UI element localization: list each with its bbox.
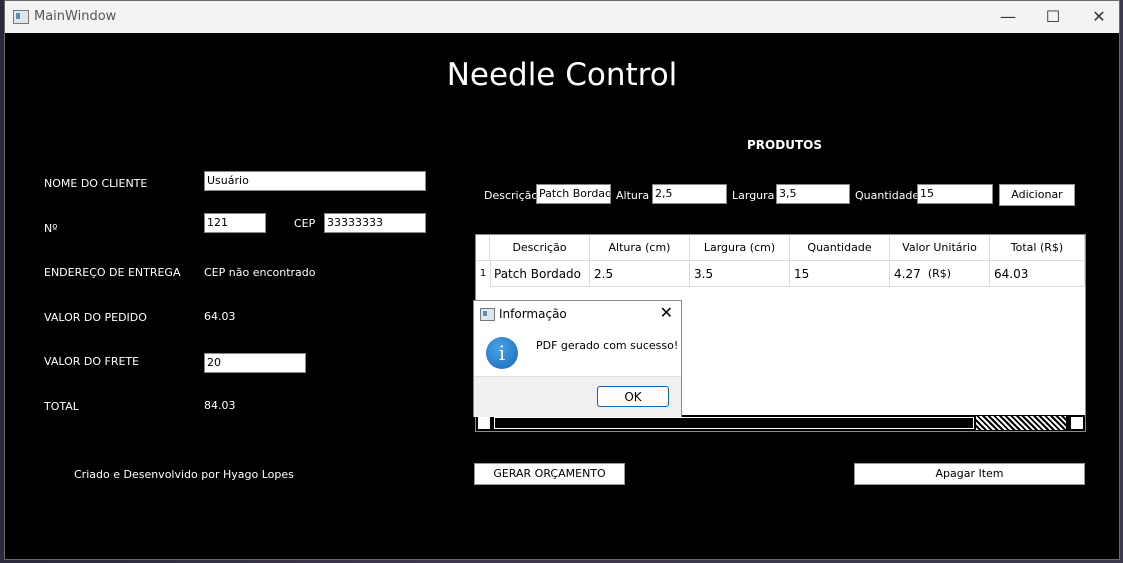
scroll-thumb[interactable]	[494, 417, 974, 429]
row-number[interactable]: 1	[476, 261, 491, 287]
dialog-footer: OK	[474, 376, 681, 417]
width-field[interactable]: 3,5	[776, 184, 850, 204]
dialog-close-icon[interactable]: ✕	[660, 303, 673, 322]
quantity-label: Quantidade	[855, 189, 920, 202]
delete-item-button[interactable]: Apagar Item	[854, 463, 1085, 485]
minimize-button[interactable]: —	[985, 1, 1031, 33]
description-label: Descrição	[484, 189, 539, 202]
column-header[interactable]: Descrição	[490, 235, 590, 261]
total-value: 84.03	[204, 399, 236, 412]
window-title: MainWindow	[34, 9, 117, 24]
height-field[interactable]: 2,5	[652, 184, 727, 204]
maximize-button[interactable]: ☐	[1030, 1, 1076, 33]
quantity-field[interactable]: 15	[917, 184, 993, 204]
cep-label: CEP	[294, 217, 316, 230]
order-value: 64.03	[204, 310, 236, 323]
app-icon	[13, 10, 29, 24]
column-header[interactable]: Largura (cm)	[690, 235, 790, 261]
dialog-app-icon	[480, 308, 495, 321]
info-dialog: Informação ✕ i PDF gerado com sucesso! O…	[473, 300, 682, 417]
dialog-message: PDF gerado com sucesso!	[536, 339, 679, 352]
table-cell[interactable]: 15	[790, 261, 890, 287]
generate-quote-button[interactable]: GERAR ORÇAMENTO	[474, 463, 625, 485]
order-value-label: VALOR DO PEDIDO	[44, 311, 147, 324]
column-header[interactable]: Quantidade	[790, 235, 890, 261]
add-item-button[interactable]: Adicionar Item	[999, 184, 1075, 221]
close-button[interactable]: ✕	[1076, 1, 1122, 33]
table-corner	[476, 235, 490, 261]
column-header[interactable]: Altura (cm)	[590, 235, 690, 261]
column-header[interactable]: Total (R$)	[990, 235, 1085, 261]
table-cell[interactable]: 2.5	[590, 261, 690, 287]
total-label: TOTAL	[44, 400, 79, 413]
table-cell[interactable]: 64.03	[990, 261, 1085, 287]
products-heading: PRODUTOS	[747, 138, 822, 152]
dialog-title: Informação	[499, 307, 567, 321]
width-label: Largura	[732, 189, 775, 202]
number-label: Nº	[44, 222, 58, 235]
column-header[interactable]: Valor Unitário (R$)	[890, 235, 990, 280]
delivery-address-value: CEP não encontrado	[204, 266, 316, 279]
scroll-right-icon[interactable]	[1070, 416, 1084, 430]
delivery-address-label: ENDEREÇO DE ENTREGA	[44, 266, 181, 279]
scroll-left-icon[interactable]	[477, 416, 491, 430]
dialog-body: i PDF gerado com sucesso!	[474, 327, 681, 376]
shipping-label: VALOR DO FRETE	[44, 355, 140, 368]
main-window: MainWindow — ☐ ✕ Needle Control NOME DO …	[4, 0, 1120, 560]
number-field[interactable]: 121	[204, 213, 266, 233]
app-title: Needle Control	[446, 57, 678, 93]
shipping-field[interactable]: 20	[204, 353, 306, 373]
window-titlebar[interactable]: MainWindow — ☐ ✕	[5, 1, 1119, 33]
table-cell[interactable]: 4.27	[890, 261, 990, 287]
ok-button[interactable]: OK	[597, 386, 669, 407]
height-label: Altura	[616, 189, 650, 202]
cep-field[interactable]: 33333333	[324, 213, 426, 233]
scroll-track[interactable]	[976, 416, 1066, 430]
table-cell[interactable]: 3.5	[690, 261, 790, 287]
client-name-label: NOME DO CLIENTE	[44, 177, 148, 190]
information-icon: i	[486, 337, 518, 369]
dialog-titlebar[interactable]: Informação ✕	[474, 301, 681, 327]
client-name-field[interactable]: Usuário	[204, 171, 426, 191]
horizontal-scrollbar[interactable]	[476, 415, 1085, 431]
description-field[interactable]: Patch Bordado	[536, 184, 611, 204]
table-cell[interactable]: Patch Bordado	[490, 261, 590, 287]
credits-text: Criado e Desenvolvido por Hyago Lopes	[74, 468, 294, 481]
